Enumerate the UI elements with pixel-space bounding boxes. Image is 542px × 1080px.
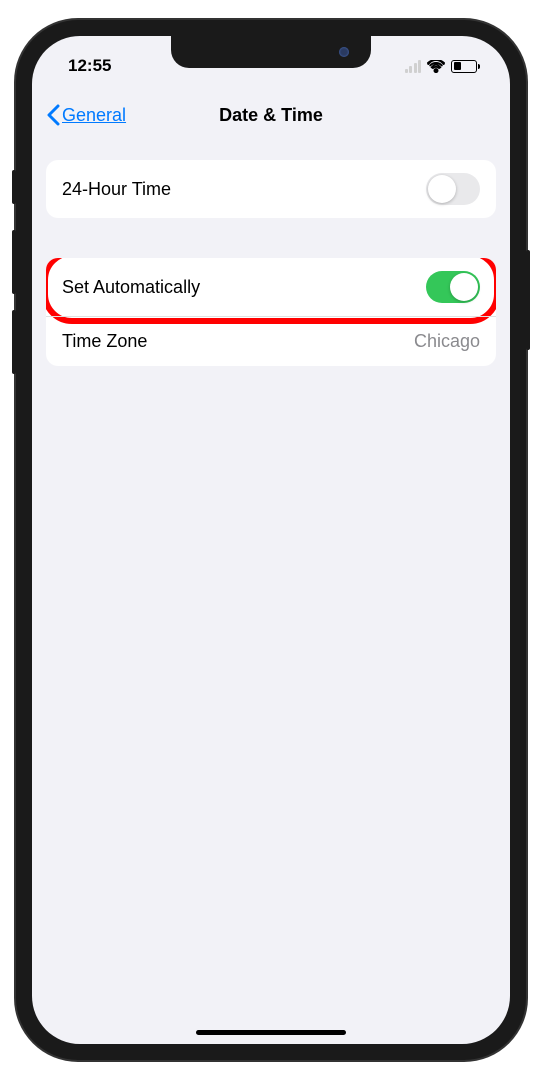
screen: 12:55 — [32, 36, 510, 1044]
time-zone-label: Time Zone — [62, 331, 147, 352]
twenty-four-hour-label: 24-Hour Time — [62, 179, 171, 200]
front-camera — [339, 47, 349, 57]
settings-content: 24-Hour Time Set Automatically Time Zone — [32, 140, 510, 366]
back-label: General — [62, 105, 126, 126]
phone-frame: 12:55 — [16, 20, 526, 1060]
time-zone-value: Chicago — [414, 331, 480, 352]
twenty-four-hour-toggle[interactable] — [426, 173, 480, 205]
home-indicator[interactable] — [196, 1030, 346, 1035]
page-title: Date & Time — [219, 105, 323, 126]
volume-down-button — [12, 310, 16, 374]
status-time: 12:55 — [68, 56, 111, 76]
time-zone-row[interactable]: Time Zone Chicago — [46, 316, 496, 366]
volume-up-button — [12, 230, 16, 294]
set-automatically-row[interactable]: Set Automatically — [46, 258, 496, 316]
power-button — [526, 250, 530, 350]
twenty-four-hour-time-row[interactable]: 24-Hour Time — [46, 160, 496, 218]
cellular-signal-icon — [405, 60, 422, 73]
navigation-bar: General Date & Time — [32, 90, 510, 140]
chevron-left-icon — [46, 104, 60, 126]
settings-group-1: 24-Hour Time — [46, 160, 496, 218]
set-automatically-toggle[interactable] — [426, 271, 480, 303]
status-indicators — [405, 60, 481, 73]
back-button[interactable]: General — [46, 104, 126, 126]
toggle-knob — [428, 175, 456, 203]
notch — [171, 36, 371, 68]
silent-switch — [12, 170, 16, 204]
set-automatically-label: Set Automatically — [62, 277, 200, 298]
wifi-icon — [427, 60, 445, 73]
toggle-knob — [450, 273, 478, 301]
settings-group-2: Set Automatically Time Zone Chicago — [46, 258, 496, 366]
battery-icon — [451, 60, 480, 73]
